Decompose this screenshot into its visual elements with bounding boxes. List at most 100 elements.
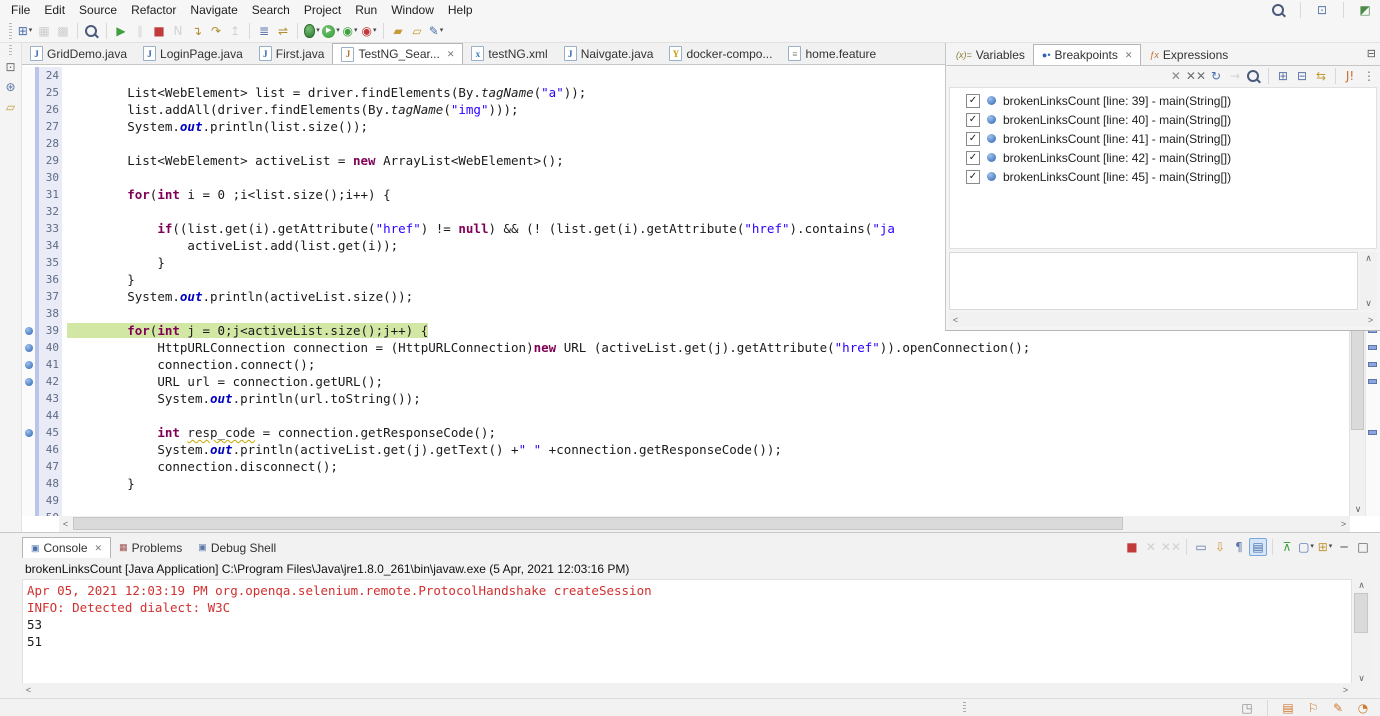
editor-tab-docker-compo[interactable]: Ydocker-compo... <box>661 43 780 64</box>
editor-tab-first-java[interactable]: JFirst.java <box>251 43 333 64</box>
editor-tab-testng-xml[interactable]: xtestNG.xml <box>463 43 555 64</box>
add-java-exception-breakpoint-button[interactable]: J! <box>1341 67 1359 85</box>
editor-tab-testng-sear[interactable]: JTestNG_Sear...✕ <box>332 43 463 64</box>
open-console-button[interactable]: ⊞▾ <box>1316 538 1334 556</box>
link-with-debug-view-button[interactable]: ⇆ <box>1312 67 1330 85</box>
skip-all-breakpoints-button[interactable] <box>1245 67 1263 85</box>
code-text[interactable]: URL url = connection.getURL(); <box>62 373 1350 390</box>
annotation-ruler[interactable] <box>22 220 35 237</box>
annotation-ruler[interactable] <box>22 67 35 84</box>
console-tab-console[interactable]: ▣Console✕ <box>22 537 111 558</box>
menu-window[interactable]: Window <box>384 1 441 19</box>
menu-navigate[interactable]: Navigate <box>183 1 244 19</box>
scroll-left-icon[interactable]: < <box>22 683 35 697</box>
clipboard-icon[interactable]: ▱ <box>3 99 19 115</box>
annotation-ruler[interactable] <box>22 254 35 271</box>
code-line-44[interactable]: 44 <box>22 407 1350 424</box>
terminate-launch-button[interactable]: ■ <box>1123 538 1141 556</box>
annotation-ruler[interactable] <box>22 305 35 322</box>
coverage-button[interactable]: ◉▾ <box>341 22 359 40</box>
clear-console-button[interactable]: ▭ <box>1192 538 1210 556</box>
scroll-down-icon[interactable]: ∨ <box>1360 297 1377 310</box>
scroll-down-icon[interactable]: ∨ <box>1353 672 1370 685</box>
step-into-button[interactable]: ↴ <box>188 22 206 40</box>
console-output[interactable]: Apr 05, 2021 12:03:19 PM org.openqa.sele… <box>22 579 1352 685</box>
code-text[interactable]: connection.connect(); <box>62 356 1350 373</box>
editor-horizontal-scrollbar[interactable]: < > <box>59 516 1350 532</box>
scroll-right-icon[interactable]: > <box>1339 683 1352 697</box>
annotation-ruler[interactable] <box>22 407 35 424</box>
detail-pane-scrollbar[interactable]: ∧ ∨ <box>1360 252 1377 310</box>
code-text[interactable] <box>62 407 1350 424</box>
breakpoint-row[interactable]: ✓brokenLinksCount [line: 45] - main(Stri… <box>950 167 1376 186</box>
code-text[interactable]: System.out.println(url.toString()); <box>62 390 1350 407</box>
annotation-ruler[interactable] <box>22 373 35 390</box>
progress-icon[interactable]: ◔ <box>1354 699 1372 716</box>
open-type-button[interactable]: ▱ <box>408 22 426 40</box>
terminate-button[interactable]: ■ <box>150 22 168 40</box>
annotation-ruler[interactable] <box>22 509 35 516</box>
profile-button[interactable]: ◉▾ <box>360 22 378 40</box>
annotation-ruler[interactable] <box>22 441 35 458</box>
annotation-ruler[interactable] <box>22 237 35 254</box>
code-line-41[interactable]: 41 connection.connect(); <box>22 356 1350 373</box>
scroll-right-icon[interactable]: > <box>1337 516 1350 532</box>
breakpoint-checkbox[interactable]: ✓ <box>966 132 980 146</box>
scroll-lock-button[interactable]: ⇩ <box>1211 538 1229 556</box>
breakpoint-checkbox[interactable]: ✓ <box>966 94 980 108</box>
resume-button[interactable]: ▶ <box>112 22 130 40</box>
code-line-50[interactable]: 50 <box>22 509 1350 516</box>
breakpoint-row[interactable]: ✓brokenLinksCount [line: 41] - main(Stri… <box>950 129 1376 148</box>
breakpoint-row[interactable]: ✓brokenLinksCount [line: 39] - main(Stri… <box>950 91 1376 110</box>
writable-indicator-icon[interactable]: ◳ <box>1238 699 1256 716</box>
code-line-45[interactable]: 45 int resp_code = connection.getRespons… <box>22 424 1350 441</box>
code-line-47[interactable]: 47 connection.disconnect(); <box>22 458 1350 475</box>
annotation-ruler[interactable] <box>22 424 35 441</box>
menu-help[interactable]: Help <box>441 1 480 19</box>
code-text[interactable] <box>62 509 1350 516</box>
code-text[interactable]: } <box>62 475 1350 492</box>
menu-source[interactable]: Source <box>72 1 124 19</box>
editor-vscroll-thumb[interactable] <box>1351 330 1364 430</box>
editor-tab-home-feature[interactable]: ≡home.feature <box>780 43 884 64</box>
annotation-ruler[interactable] <box>22 339 35 356</box>
breakpoint-checkbox[interactable]: ✓ <box>966 170 980 184</box>
use-step-filters-button[interactable]: ⇌ <box>274 22 292 40</box>
annotation-ruler[interactable] <box>22 118 35 135</box>
show-breakpoints-for-selected-button[interactable]: ↻ <box>1207 67 1225 85</box>
minimize-view-icon[interactable]: ⊟ <box>1367 47 1376 60</box>
open-search-button[interactable] <box>83 22 101 40</box>
code-text[interactable]: System.out.println(activeList.get(j).get… <box>62 441 1350 458</box>
code-text[interactable] <box>62 492 1350 509</box>
panel-horizontal-scrollbar[interactable]: < > <box>949 312 1377 327</box>
pin-console-button[interactable]: ⊼ <box>1278 538 1296 556</box>
annotation-ruler[interactable] <box>22 101 35 118</box>
annotation-ruler[interactable] <box>22 492 35 509</box>
annotation-ruler[interactable] <box>22 458 35 475</box>
menu-search[interactable]: Search <box>245 1 297 19</box>
view-tab-breakpoints[interactable]: ●•Breakpoints✕ <box>1033 44 1142 65</box>
annotation-ruler[interactable] <box>22 203 35 220</box>
display-selected-console-button[interactable]: ▢▾ <box>1297 538 1315 556</box>
maximize-panel-button[interactable]: □ <box>1354 538 1372 556</box>
scroll-left-icon[interactable]: < <box>949 312 962 327</box>
code-text[interactable]: connection.disconnect(); <box>62 458 1350 475</box>
editor-tab-loginpage-java[interactable]: JLoginPage.java <box>135 43 251 64</box>
word-wrap-button[interactable]: ¶ <box>1230 538 1248 556</box>
scroll-right-icon[interactable]: > <box>1364 312 1377 327</box>
breakpoint-detail-pane[interactable] <box>949 252 1358 310</box>
annotation-ruler[interactable] <box>22 84 35 101</box>
annotation-ruler[interactable] <box>22 356 35 373</box>
breakpoint-checkbox[interactable]: ✓ <box>966 151 980 165</box>
annotation-ruler[interactable] <box>22 288 35 305</box>
code-line-42[interactable]: 42 URL url = connection.getURL(); <box>22 373 1350 390</box>
step-over-button[interactable]: ↷ <box>207 22 225 40</box>
console-tab-problems[interactable]: ▦Problems <box>111 537 190 558</box>
scroll-left-icon[interactable]: < <box>59 516 72 532</box>
annotation-ruler[interactable] <box>22 271 35 288</box>
breakpoints-list[interactable]: ✓brokenLinksCount [line: 39] - main(Stri… <box>949 87 1377 249</box>
annotation-ruler[interactable] <box>22 152 35 169</box>
console-tab-debug-shell[interactable]: ▣Debug Shell <box>190 537 284 558</box>
run-button[interactable]: ▶▾ <box>322 22 340 40</box>
scroll-up-icon[interactable]: ∧ <box>1353 579 1370 592</box>
